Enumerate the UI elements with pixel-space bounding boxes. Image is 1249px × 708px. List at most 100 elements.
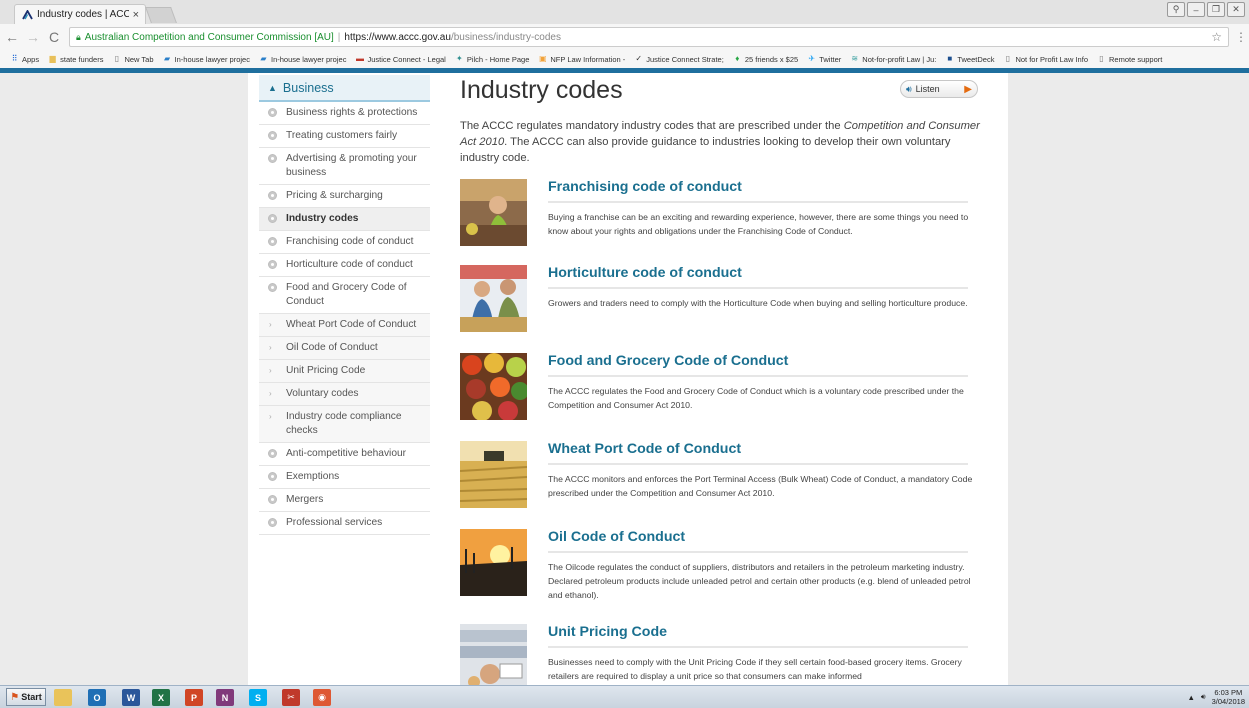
code-title-link[interactable]: Horticulture code of conduct bbox=[548, 265, 742, 281]
bookmark-item[interactable]: ▯ Remote support bbox=[1097, 55, 1162, 64]
code-card-oil-code-of-conduct: Oil Code of Conduct The Oilcode regulates… bbox=[460, 529, 980, 609]
back-arrow-icon[interactable]: ← bbox=[3, 28, 21, 46]
code-thumbnail-image[interactable] bbox=[460, 624, 527, 685]
clock-time: 6:03 PM bbox=[1214, 688, 1243, 697]
title-divider bbox=[548, 287, 968, 289]
sidebar-item-treating-customers-fairly[interactable]: Treating customers fairly bbox=[259, 125, 430, 148]
address-bar[interactable]: 🔒︎ Australian Competition and Consumer C… bbox=[69, 27, 1229, 47]
sidebar-item-label: Advertising & promoting your business bbox=[286, 153, 417, 178]
code-title-link[interactable]: Unit Pricing Code bbox=[548, 624, 667, 640]
sidebar-item-voluntary-codes[interactable]: › Voluntary codes bbox=[259, 383, 430, 406]
code-title-link[interactable]: Wheat Port Code of Conduct bbox=[548, 441, 741, 457]
bookmark-label: TweetDeck bbox=[957, 54, 995, 64]
sidebar-item-label: Food and Grocery Code of Conduct bbox=[286, 282, 407, 307]
bookmark-item[interactable]: ✦ Pilch - Home Page bbox=[455, 55, 529, 64]
code-title-link[interactable]: Food and Grocery Code of Conduct bbox=[548, 353, 788, 369]
sidebar-item-food-and-grocery-code-of-conduct[interactable]: Food and Grocery Code of Conduct bbox=[259, 277, 430, 314]
bookmark-icon: ▰ bbox=[260, 54, 267, 63]
close-window-icon[interactable]: ✕ bbox=[1227, 2, 1245, 17]
sidebar-item-anti-competitive-behaviour[interactable]: Anti-competitive behaviour bbox=[259, 443, 430, 466]
tab-title: Industry codes | ACCC bbox=[37, 9, 129, 20]
forward-arrow-icon[interactable]: → bbox=[24, 28, 42, 46]
sidebar-item-industry-code-compliance-checks[interactable]: › Industry code compliance checks bbox=[259, 406, 430, 443]
start-label: Start bbox=[21, 692, 42, 702]
bookmark-item[interactable]: ■ TweetDeck bbox=[945, 55, 994, 64]
restore-icon[interactable]: ❐ bbox=[1207, 2, 1225, 17]
start-button[interactable]: ⚑ Start bbox=[6, 688, 46, 706]
sidebar-item-advertising-promoting-your-business[interactable]: Advertising & promoting your business bbox=[259, 148, 430, 185]
tray-arrow-icon[interactable]: ▲ bbox=[1187, 693, 1194, 702]
code-card-wheat-port-code-of-conduct: Wheat Port Code of Conduct The ACCC monit… bbox=[460, 441, 980, 521]
sidebar-item-horticulture-code-of-conduct[interactable]: Horticulture code of conduct bbox=[259, 254, 430, 277]
tab-close-icon[interactable]: × bbox=[133, 9, 139, 21]
chevron-right-icon: › bbox=[269, 412, 272, 421]
sidebar-item-oil-code-of-conduct[interactable]: › Oil Code of Conduct bbox=[259, 337, 430, 360]
onenote-icon[interactable]: N bbox=[216, 689, 234, 706]
code-description: Buying a franchise can be an exciting an… bbox=[548, 212, 969, 236]
outlook-icon[interactable]: O bbox=[88, 689, 106, 706]
snipping-tool-icon[interactable]: ✂ bbox=[282, 689, 300, 706]
sidebar-heading-label: Business bbox=[282, 80, 334, 95]
circle-bullet-icon bbox=[268, 449, 277, 458]
browser-menu-icon[interactable]: ⋮ bbox=[1235, 30, 1247, 44]
sidebar-item-label: Unit Pricing Code bbox=[286, 365, 366, 376]
bookmark-item[interactable]: ≋ Not-for-profit Law | Ju: bbox=[850, 55, 936, 64]
bookmark-item[interactable]: ▆ state funders bbox=[48, 54, 104, 64]
browser-titlebar: Industry codes | ACCC × ⚲ – ❐ ✕ bbox=[0, 0, 1249, 24]
sidebar-item-mergers[interactable]: Mergers bbox=[259, 489, 430, 512]
sidebar-item-business-rights-protections[interactable]: Business rights & protections bbox=[259, 102, 430, 125]
circle-bullet-icon bbox=[268, 472, 277, 481]
page-icon: ▯ bbox=[1099, 54, 1104, 63]
circle-bullet-icon bbox=[268, 131, 277, 140]
windows-taskbar: ⚑ Start O W X P N S ✂ ◉ ▲ 🔊︎ 6:03 PM 3/04/2018 bbox=[0, 685, 1249, 708]
bookmark-label: In-house lawyer projec bbox=[174, 54, 250, 64]
sidebar-item-label: Exemptions bbox=[286, 471, 340, 482]
bookmark-item[interactable]: ▬ Justice Connect - Legal bbox=[355, 55, 446, 64]
chevron-right-icon: › bbox=[269, 389, 272, 398]
sidebar-item-professional-services[interactable]: Professional services bbox=[259, 512, 430, 535]
section-sidebar: ▲ Business Business rights & protections… bbox=[259, 75, 430, 535]
bookmark-item[interactable]: ▰ In-house lawyer projec bbox=[163, 55, 250, 64]
reload-icon[interactable]: C bbox=[45, 28, 63, 46]
new-tab-button[interactable] bbox=[145, 7, 177, 23]
code-thumbnail-image[interactable] bbox=[460, 179, 527, 246]
code-title-link[interactable]: Franchising code of conduct bbox=[548, 179, 742, 195]
user-profile-icon[interactable]: ⚲ bbox=[1167, 2, 1185, 17]
listen-button[interactable]: 🔊︎ Listen ▶ bbox=[900, 80, 978, 98]
bookmark-item[interactable]: ▯ New Tab bbox=[112, 55, 154, 64]
circle-bullet-icon bbox=[268, 108, 277, 117]
file-explorer-icon[interactable] bbox=[54, 689, 72, 706]
bookmark-star-icon[interactable]: ☆ bbox=[1211, 30, 1222, 44]
sidebar-item-exemptions[interactable]: Exemptions bbox=[259, 466, 430, 489]
code-thumbnail-image[interactable] bbox=[460, 441, 527, 508]
bookmark-item[interactable]: ▣ NFP Law Information - bbox=[538, 55, 625, 64]
bookmark-item[interactable]: ✓ Justice Connect Strate; bbox=[634, 55, 723, 64]
minimize-icon[interactable]: – bbox=[1187, 2, 1205, 17]
code-thumbnail-image[interactable] bbox=[460, 353, 527, 420]
caret-up-icon: ▲ bbox=[268, 82, 277, 93]
excel-icon[interactable]: X bbox=[152, 689, 170, 706]
code-thumbnail-image[interactable] bbox=[460, 265, 527, 332]
sidebar-heading-business[interactable]: ▲ Business bbox=[259, 75, 430, 102]
sidebar-item-industry-codes[interactable]: Industry codes bbox=[259, 208, 430, 231]
bookmark-item[interactable]: ✈ Twitter bbox=[807, 55, 841, 64]
sidebar-item-franchising-code-of-conduct[interactable]: Franchising code of conduct bbox=[259, 231, 430, 254]
sidebar-item-wheat-port-code-of-conduct[interactable]: › Wheat Port Code of Conduct bbox=[259, 314, 430, 337]
skype-icon[interactable]: S bbox=[249, 689, 267, 706]
sidebar-item-unit-pricing-code[interactable]: › Unit Pricing Code bbox=[259, 360, 430, 383]
code-thumbnail-image[interactable] bbox=[460, 529, 527, 596]
clock[interactable]: 6:03 PM 3/04/2018 bbox=[1212, 688, 1245, 706]
browser-tab-active[interactable]: Industry codes | ACCC × bbox=[14, 4, 146, 24]
bookmark-item[interactable]: ♦ 25 friends x $25 bbox=[733, 55, 798, 64]
bookmark-item[interactable]: ⠿ Apps bbox=[10, 55, 40, 64]
word-icon[interactable]: W bbox=[122, 689, 140, 706]
sidebar-item-pricing-surcharging[interactable]: Pricing & surcharging bbox=[259, 185, 430, 208]
code-title-link[interactable]: Oil Code of Conduct bbox=[548, 529, 685, 545]
folder-icon: ▆ bbox=[49, 54, 56, 63]
bookmark-item[interactable]: ▰ In-house lawyer projec bbox=[259, 55, 346, 64]
bookmark-item[interactable]: ▯ Not for Profit Law Info bbox=[1003, 55, 1088, 64]
powerpoint-icon[interactable]: P bbox=[185, 689, 203, 706]
volume-icon[interactable]: 🔊︎ bbox=[1201, 692, 1206, 702]
nfp-icon: ≋ bbox=[851, 54, 859, 63]
chrome-icon[interactable]: ◉ bbox=[313, 689, 331, 706]
